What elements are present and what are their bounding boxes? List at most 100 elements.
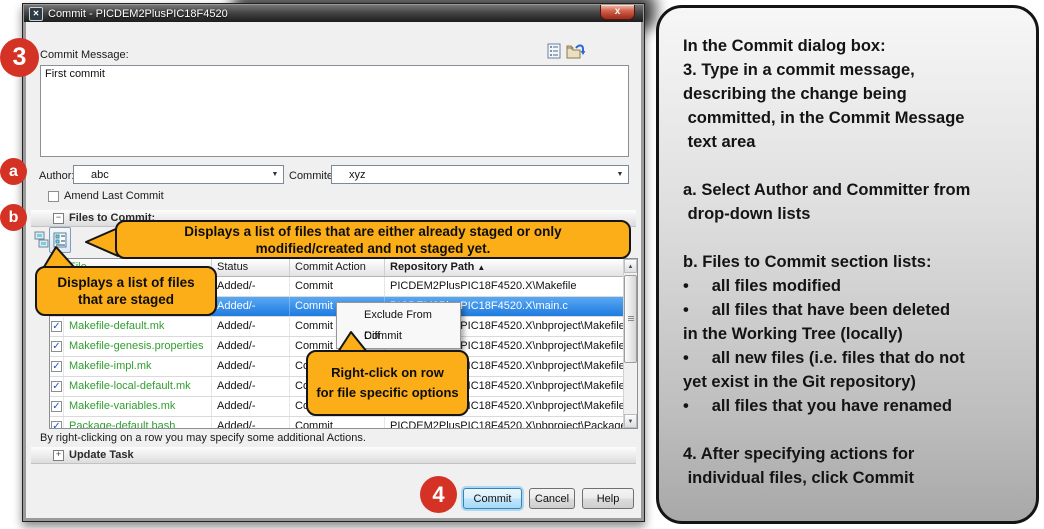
text-line: • all new files (i.e. files that do not [683, 346, 1022, 370]
file-checkbox[interactable]: ✓ [51, 341, 62, 352]
commit-message-text: First commit [45, 68, 105, 80]
text-line: 4. After specifying actions for [683, 442, 1022, 466]
scroll-down-icon[interactable]: ▼ [624, 414, 637, 428]
file-name-cell[interactable]: Makefile-local-default.mk [64, 377, 212, 396]
column-repository-path[interactable]: Repository Path ▲ [385, 259, 626, 276]
text-line: • all files modified [683, 274, 1022, 298]
close-button[interactable]: x [600, 5, 635, 20]
status-cell: Added/- [212, 337, 290, 356]
instruction-panel: In the Commit dialog box:3. Type in a co… [656, 5, 1039, 524]
column-status[interactable]: Status [212, 259, 290, 276]
text-line: 3. Type in a commit message, [683, 58, 1022, 82]
text-line: modified/created and not staged yet. [256, 240, 491, 257]
author-value: abc [74, 169, 267, 181]
text-line: that are staged [78, 291, 174, 308]
repository-path-cell: PICDEM2PlusPIC18F4520.X\nbproject\Packag… [385, 417, 626, 429]
dialog-titlebar[interactable]: ✕ Commit - PICDEM2PlusPIC18F4520 x [24, 5, 643, 22]
message-history-icon[interactable] [547, 43, 561, 65]
step-badge-3: 3 [0, 38, 39, 77]
load-message-icon[interactable] [566, 43, 585, 65]
callout-staged-list: Displays a list of filesthat are staged [35, 266, 217, 316]
callout-staged-or-modified: Displays a list of files that are either… [115, 220, 631, 259]
row-checkbox-cell: ✓ [50, 317, 64, 336]
expand-icon[interactable]: + [53, 450, 64, 461]
update-task-label: Update Task [69, 449, 134, 461]
row-checkbox-cell: ✓ [50, 357, 64, 376]
scroll-up-icon[interactable]: ▲ [624, 259, 637, 273]
status-cell: Added/- [212, 417, 290, 429]
file-name-cell[interactable]: Makefile-default.mk [64, 317, 212, 336]
file-name-cell[interactable]: Makefile-genesis.properties [64, 337, 212, 356]
commit-action-cell[interactable]: Commit [290, 417, 385, 429]
thumb-grip [628, 316, 634, 322]
row-checkbox-cell: ✓ [50, 417, 64, 429]
chevron-down-icon[interactable]: ▼ [267, 171, 283, 178]
file-checkbox[interactable]: ✓ [51, 421, 62, 429]
status-cell: Added/- [212, 377, 290, 396]
text-line: Displays a list of files [57, 274, 194, 291]
text-line: committed, in the Commit Message [683, 106, 1022, 130]
amend-row: Amend Last Commit [48, 190, 164, 202]
sort-asc-icon: ▲ [477, 263, 485, 272]
committer-value: xyz [332, 169, 612, 181]
committer-dropdown[interactable]: xyz ▼ [331, 165, 629, 184]
commit-message-label: Commit Message: [40, 49, 129, 61]
row-checkbox-cell: ✓ [50, 397, 64, 416]
commit-action-cell[interactable]: Commit [290, 277, 385, 296]
chevron-down-icon[interactable]: ▼ [612, 171, 628, 178]
author-dropdown[interactable]: abc ▼ [73, 165, 284, 184]
collapse-icon[interactable]: − [53, 213, 64, 224]
status-cell: Added/- [212, 277, 290, 296]
amend-checkbox[interactable] [48, 191, 59, 202]
table-scrollbar[interactable]: ▲ ▼ [623, 259, 637, 428]
text-line: • all files that have been deleted [683, 298, 1022, 322]
commit-button[interactable]: Commit [463, 488, 522, 509]
instruction-text: In the Commit dialog box:3. Type in a co… [683, 34, 1022, 490]
text-line [683, 154, 1022, 178]
text-line: in the Working Tree (locally) [683, 322, 1022, 346]
text-line: for file specific options [316, 383, 458, 403]
update-task-header[interactable]: + Update Task [31, 447, 636, 464]
text-line: drop-down lists [683, 202, 1022, 226]
status-cell: Added/- [212, 297, 290, 316]
row-checkbox-cell: ✓ [50, 337, 64, 356]
file-checkbox[interactable]: ✓ [51, 381, 62, 392]
text-line: individual files, click Commit [683, 466, 1022, 490]
file-checkbox[interactable]: ✓ [51, 321, 62, 332]
scrollbar-thumb[interactable] [624, 275, 637, 363]
file-name-cell[interactable]: Makefile-variables.mk [64, 397, 212, 416]
text-line: yet exist in the Git repository) [683, 370, 1022, 394]
column-commit-action[interactable]: Commit Action [290, 259, 385, 276]
text-line: describing the change being [683, 82, 1022, 106]
file-name-cell[interactable]: Package-default.bash [64, 417, 212, 429]
amend-label: Amend Last Commit [64, 190, 164, 202]
commit-message-textarea[interactable]: First commit [40, 65, 629, 157]
table-hint-text: By right-clicking on a row you may speci… [40, 432, 366, 444]
repository-path-cell: PICDEM2PlusPIC18F4520.X\Makefile [385, 277, 626, 296]
text-line: Right-click on row [331, 363, 444, 383]
status-cell: Added/- [212, 317, 290, 336]
cancel-button[interactable]: Cancel [529, 488, 575, 509]
text-line [683, 226, 1022, 250]
text-line: a. Select Author and Committer from [683, 178, 1022, 202]
status-cell: Added/- [212, 357, 290, 376]
file-checkbox[interactable]: ✓ [51, 361, 62, 372]
step-badge-b: b [0, 204, 27, 231]
file-name-cell[interactable]: Makefile-impl.mk [64, 357, 212, 376]
file-checkbox[interactable]: ✓ [51, 401, 62, 412]
text-line: b. Files to Commit section lists: [683, 250, 1022, 274]
text-line: Displays a list of files that are either… [184, 223, 561, 240]
table-row[interactable]: ✓ Package-default.bash Added/- Commit PI… [50, 417, 637, 429]
status-cell: Added/- [212, 397, 290, 416]
menu-item[interactable]: Exclude From Commit [337, 305, 460, 326]
text-line: • all files that you have renamed [683, 394, 1022, 418]
help-button[interactable]: Help [582, 488, 634, 509]
dialog-buttons: Commit Cancel Help [23, 488, 644, 510]
commit-dialog: ✕ Commit - PICDEM2PlusPIC18F4520 x Commi… [22, 3, 645, 522]
window-icon: ✕ [29, 7, 43, 21]
text-line: In the Commit dialog box: [683, 34, 1022, 58]
row-checkbox-cell: ✓ [50, 377, 64, 396]
callout-right-click: Right-click on rowfor file specific opti… [306, 350, 469, 416]
step-badge-a: a [0, 158, 27, 185]
step-badge-4: 4 [420, 476, 457, 513]
